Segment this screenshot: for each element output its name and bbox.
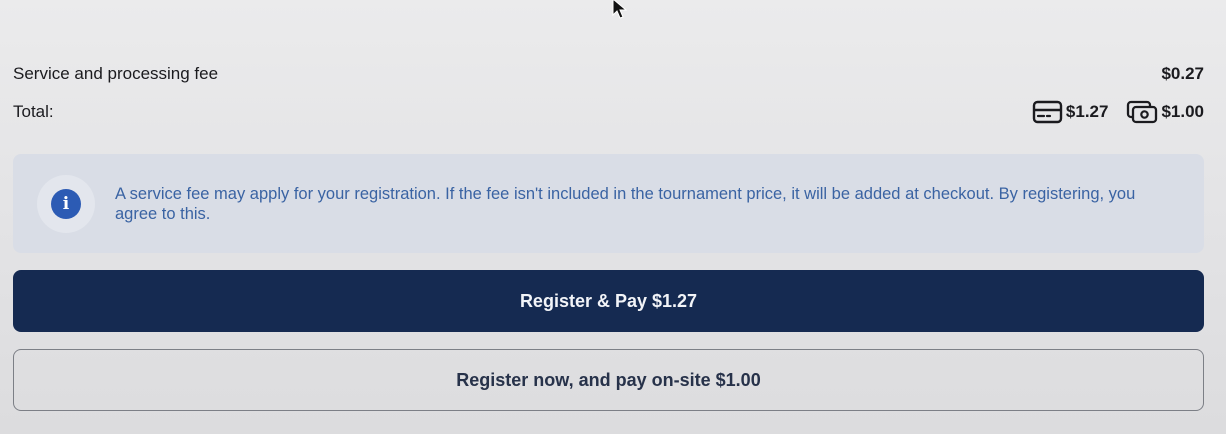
card-total-amount: $1.27: [1065, 102, 1109, 121]
credit-card-icon: [1032, 100, 1063, 124]
register-and-pay-button[interactable]: Register & Pay $1.27: [13, 270, 1204, 332]
info-icon-container: i: [37, 174, 95, 233]
cash-total: $1.00: [1126, 100, 1204, 124]
total-row: Total: $1.27 $1.00: [13, 98, 1204, 126]
mouse-cursor-icon: [612, 0, 628, 19]
cash-total-amount: $1.00: [1161, 102, 1204, 121]
info-icon: i: [51, 188, 81, 219]
service-fee-row: Service and processing fee $0.27: [13, 62, 1204, 86]
service-fee-label: Service and processing fee: [13, 64, 219, 83]
service-fee-notice: i A service fee may apply for your regis…: [13, 154, 1204, 253]
service-fee-value: $0.27: [1161, 64, 1204, 83]
cash-icon: [1127, 100, 1158, 124]
total-label: Total:: [13, 102, 54, 121]
register-pay-onsite-button[interactable]: Register now, and pay on-site $1.00: [13, 349, 1204, 411]
total-amounts: $1.27 $1.00: [1032, 100, 1204, 124]
card-total: $1.27: [1032, 100, 1109, 124]
service-fee-notice-text: A service fee may apply for your registr…: [115, 184, 1136, 223]
